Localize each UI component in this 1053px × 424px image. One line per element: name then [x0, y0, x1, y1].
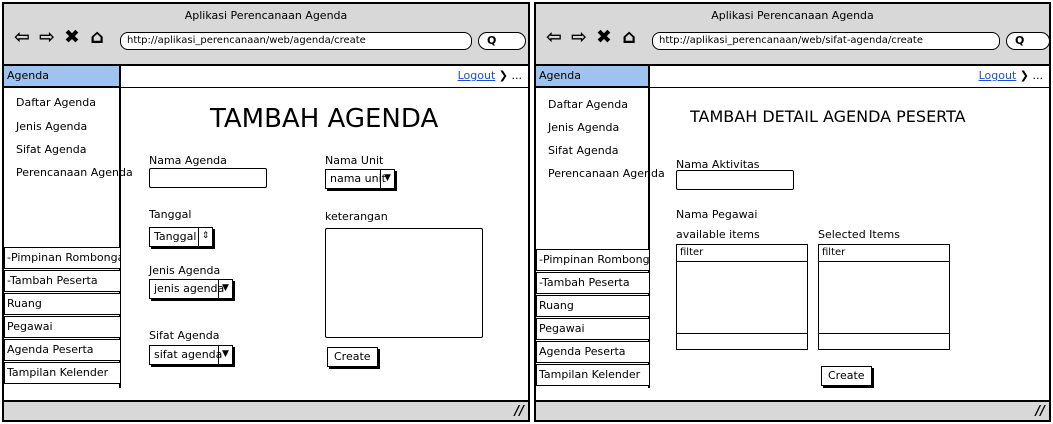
- keterangan-label: keterangan: [325, 210, 388, 223]
- sifat-agenda-label: Sifat Agenda: [149, 329, 220, 342]
- sidebar-item-agenda[interactable]: Agenda: [536, 66, 650, 88]
- sidebar-subitem-daftar-agenda[interactable]: Daftar Agenda: [548, 98, 628, 111]
- search-icon: Q: [487, 34, 497, 47]
- available-items-footer: [677, 333, 807, 349]
- selected-items-label: Selected Items: [818, 228, 900, 241]
- title-bar: Aplikasi Perencanaan Agenda ⇦ ⇨ ✖ ⌂ http…: [536, 4, 1049, 66]
- sidebar-item-ruang[interactable]: Ruang: [4, 293, 121, 315]
- sidebar-item-pimpinan-rombongan[interactable]: -Pimpinan Rombongan: [536, 249, 650, 271]
- selected-items-filter[interactable]: filter: [819, 245, 949, 262]
- nav-buttons: ⇦ ⇨ ✖ ⌂: [544, 26, 639, 48]
- top-bar: Logout ❯ ...: [650, 66, 1049, 88]
- title-bar: Aplikasi Perencanaan Agenda ⇦ ⇨ ✖ ⌂ http…: [4, 4, 528, 66]
- nav-buttons: ⇦ ⇨ ✖ ⌂: [12, 26, 107, 48]
- sidebar-subitem-sifat-agenda[interactable]: Sifat Agenda: [16, 143, 86, 156]
- status-bar: //: [536, 400, 1049, 420]
- top-bar: Logout ❯ ...: [121, 66, 528, 88]
- sidebar-item-pimpinan-rombongan[interactable]: -Pimpinan Rombongan: [4, 247, 121, 269]
- nama-agenda-label: Nama Agenda: [149, 154, 227, 167]
- tanggal-value: Tanggal: [154, 230, 197, 243]
- create-button[interactable]: Create: [327, 347, 378, 367]
- tanggal-stepper[interactable]: Tanggal ⇕: [149, 227, 213, 247]
- back-icon[interactable]: ⇦: [12, 26, 32, 48]
- nama-agenda-input[interactable]: [149, 168, 267, 188]
- sidebar-item-pegawai[interactable]: Pegawai: [4, 316, 121, 338]
- available-items-list[interactable]: filter: [676, 244, 808, 350]
- window-title: Aplikasi Perencanaan Agenda: [711, 9, 874, 22]
- sidebar-subitem-daftar-agenda[interactable]: Daftar Agenda: [16, 96, 96, 109]
- sidebar-item-tambah-peserta[interactable]: -Tambah Peserta: [4, 270, 121, 292]
- nama-pegawai-label: Nama Pegawai: [676, 208, 758, 221]
- logout-link[interactable]: Logout: [458, 69, 496, 82]
- search-button[interactable]: Q: [1006, 32, 1049, 50]
- search-icon: Q: [1015, 34, 1025, 47]
- create-button[interactable]: Create: [821, 366, 872, 386]
- page-title: TAMBAH DETAIL AGENDA PESERTA: [690, 107, 966, 126]
- keterangan-textarea[interactable]: [325, 228, 483, 338]
- close-icon[interactable]: ✖: [62, 26, 82, 48]
- page-title: TAMBAH AGENDA: [210, 104, 439, 134]
- status-bar: //: [4, 400, 528, 420]
- jenis-agenda-value: jenis agenda: [154, 282, 225, 295]
- logout-link-wrap: Logout ❯ ...: [458, 69, 522, 82]
- browser-window-agenda-create: Aplikasi Perencanaan Agenda ⇦ ⇨ ✖ ⌂ http…: [2, 2, 530, 422]
- browser-window-detail-agenda-peserta: Aplikasi Perencanaan Agenda ⇦ ⇨ ✖ ⌂ http…: [534, 2, 1051, 422]
- logout-link-wrap: Logout ❯ ...: [979, 69, 1043, 82]
- stepper-icon[interactable]: ⇕: [198, 228, 212, 246]
- address-bar[interactable]: http://aplikasi_perencanaan/web/sifat-ag…: [652, 32, 1000, 50]
- back-icon[interactable]: ⇦: [544, 26, 564, 48]
- sidebar-item-agenda[interactable]: Agenda: [4, 66, 121, 88]
- window-title: Aplikasi Perencanaan Agenda: [184, 9, 348, 22]
- forward-icon[interactable]: ⇨: [37, 26, 57, 48]
- chevron-down-icon: ▼: [380, 170, 394, 188]
- nama-aktivitas-input[interactable]: [676, 170, 794, 190]
- home-icon[interactable]: ⌂: [87, 26, 107, 48]
- jenis-agenda-select[interactable]: jenis agenda ▼: [149, 279, 233, 299]
- nama-unit-label: Nama Unit: [325, 154, 384, 167]
- sidebar-item-tambah-peserta[interactable]: -Tambah Peserta: [536, 272, 650, 294]
- jenis-agenda-label: Jenis Agenda: [149, 264, 221, 277]
- resize-grip-icon[interactable]: //: [1036, 404, 1046, 419]
- nama-unit-value: nama unit: [330, 172, 386, 185]
- home-icon[interactable]: ⌂: [619, 26, 639, 48]
- available-items-filter[interactable]: filter: [677, 245, 807, 262]
- selected-items-footer: [819, 333, 949, 349]
- resize-grip-icon[interactable]: //: [515, 404, 525, 419]
- tanggal-label: Tanggal: [149, 208, 192, 221]
- selected-items-list[interactable]: filter: [818, 244, 950, 350]
- sidebar-subitem-perencanaan-agenda[interactable]: Perencanaan Agenda: [16, 166, 133, 179]
- sidebar-item-tampilan-kelender[interactable]: Tampilan Kelender: [4, 362, 121, 384]
- sidebar-subitem-sifat-agenda[interactable]: Sifat Agenda: [548, 144, 618, 157]
- available-items-label: available items: [676, 228, 760, 241]
- chevron-right-icon: ❯ ...: [1019, 69, 1043, 82]
- sidebar-item-agenda-peserta[interactable]: Agenda Peserta: [4, 339, 121, 361]
- chevron-down-icon: ▼: [218, 280, 232, 298]
- sidebar-subitem-perencanaan-agenda[interactable]: Perencanaan Agenda: [548, 167, 665, 180]
- sidebar-item-tampilan-kelender[interactable]: Tampilan Kelender: [536, 364, 650, 386]
- nama-unit-select[interactable]: nama unit ▼: [325, 169, 395, 189]
- sidebar-item-ruang[interactable]: Ruang: [536, 295, 650, 317]
- sidebar-subitem-jenis-agenda[interactable]: Jenis Agenda: [548, 121, 619, 134]
- address-bar[interactable]: http://aplikasi_perencanaan/web/agenda/c…: [120, 32, 472, 50]
- chevron-down-icon: ▼: [218, 346, 232, 364]
- forward-icon[interactable]: ⇨: [569, 26, 589, 48]
- logout-link[interactable]: Logout: [979, 69, 1017, 82]
- close-icon[interactable]: ✖: [594, 26, 614, 48]
- search-button[interactable]: Q: [478, 32, 526, 50]
- sifat-agenda-select[interactable]: sifat agenda ▼: [149, 345, 233, 365]
- sidebar-subitem-jenis-agenda[interactable]: Jenis Agenda: [16, 120, 87, 133]
- sidebar-item-agenda-peserta[interactable]: Agenda Peserta: [536, 341, 650, 363]
- sifat-agenda-value: sifat agenda: [154, 348, 223, 361]
- sidebar-item-pegawai[interactable]: Pegawai: [536, 318, 650, 340]
- chevron-right-icon: ❯ ...: [498, 69, 522, 82]
